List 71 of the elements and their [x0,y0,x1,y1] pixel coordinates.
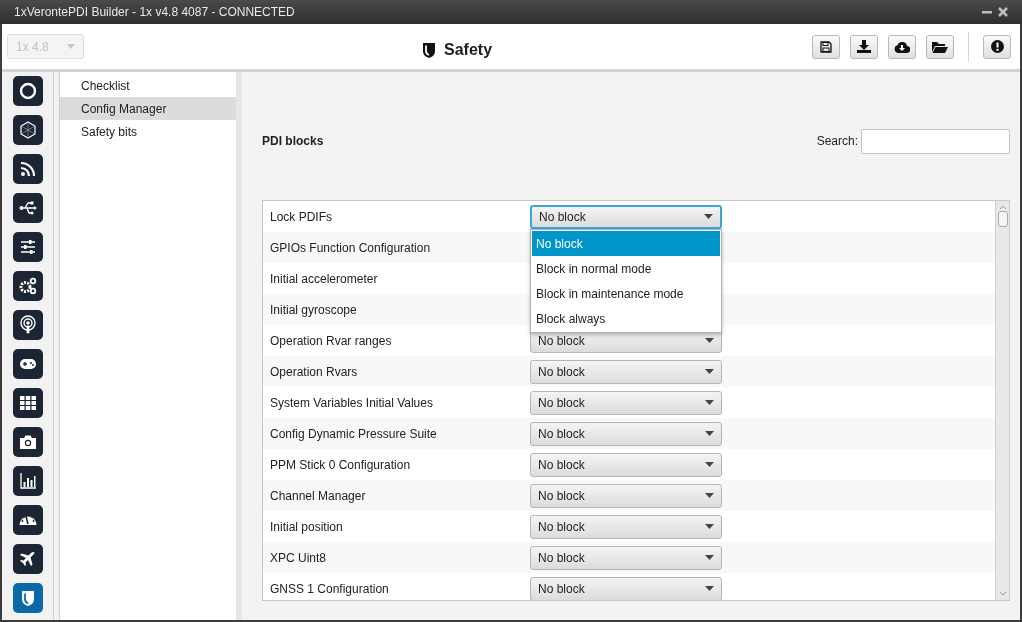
ring-icon [17,81,38,101]
cloud-download-button[interactable] [888,34,916,59]
caret-icon [705,338,714,343]
download-button[interactable] [850,34,878,59]
page-title: Safety [444,40,493,60]
block-select[interactable]: No block [530,452,722,477]
block-select[interactable]: No block [530,483,722,508]
block-select[interactable]: No block [530,359,722,384]
caret-icon [705,524,714,529]
nav-button[interactable] [12,193,43,223]
row-label: Channel Manager [270,487,367,505]
row-label: Config Dynamic Pressure Suite [270,425,438,443]
nav-button[interactable] [12,466,43,496]
nav-button[interactable] [12,544,43,574]
grid-icon [17,393,38,413]
close-icon[interactable] [998,7,1008,17]
caret-icon [705,493,714,498]
nav-button[interactable] [12,232,43,262]
nav-button[interactable] [12,505,43,535]
podcast-icon [17,315,38,335]
download-icon [857,40,871,53]
nav-button[interactable] [12,388,43,418]
save-button[interactable] [812,34,840,59]
scrollbar-thumb[interactable] [997,211,1008,227]
row-label: Initial accelerometer [270,270,379,288]
nav-button[interactable] [12,310,43,340]
block-select[interactable]: No block [530,204,722,229]
row-label: Lock PDIFs [270,208,333,226]
hexagon-icon [17,120,38,140]
nav-button[interactable] [12,349,43,379]
window-title: 1xVerontePDI Builder - 1x v4.8 4087 - CONNECTED [14,4,295,21]
nav-button[interactable] [12,76,43,106]
bar-chart-icon [17,471,38,491]
alert-button[interactable] [983,34,1011,59]
caret-icon [704,214,713,219]
submenu-item[interactable]: Config Manager [60,97,236,120]
caret-icon [705,555,714,560]
folder-icon [932,40,948,53]
row-label: Operation Rvars [270,363,359,381]
block-select[interactable]: No block [530,514,722,539]
caret-icon [705,586,714,591]
search-label: Search: [816,133,858,150]
caret-icon [705,462,714,467]
section-title: PDI blocks [262,133,324,150]
search-field[interactable] [861,128,1010,154]
row-label: Operation Rvar ranges [270,332,393,350]
shield-icon [422,41,436,59]
exclamation-icon [990,40,1004,53]
block-select[interactable]: No block [530,390,722,415]
gears-icon [17,276,38,296]
scrollbar[interactable] [995,201,1009,600]
row-label: PPM Stick 0 Configuration [270,456,412,474]
nav-button[interactable] [12,271,43,301]
row-label: Initial position [270,518,344,536]
row-label: GNSS 1 Configuration [270,580,390,598]
block-select[interactable]: No block [530,421,722,446]
row-label: XPC Uint8 [270,549,328,567]
block-select[interactable]: No block [530,545,722,570]
nav-button[interactable] [12,115,43,145]
caret-icon [705,431,714,436]
nav-button[interactable] [12,427,43,457]
nav-button[interactable] [12,154,43,184]
caret-icon [705,369,714,374]
open-folder-button[interactable] [926,34,954,59]
row-label: System Variables Initial Values [270,394,434,412]
block-select[interactable]: No block [530,576,722,600]
cloud-download-icon [894,40,910,53]
caret-icon [67,44,75,49]
caret-icon [705,400,714,405]
row-label: Initial gyroscope [270,301,358,319]
row-label: GPIOs Function Configuration [270,239,432,257]
